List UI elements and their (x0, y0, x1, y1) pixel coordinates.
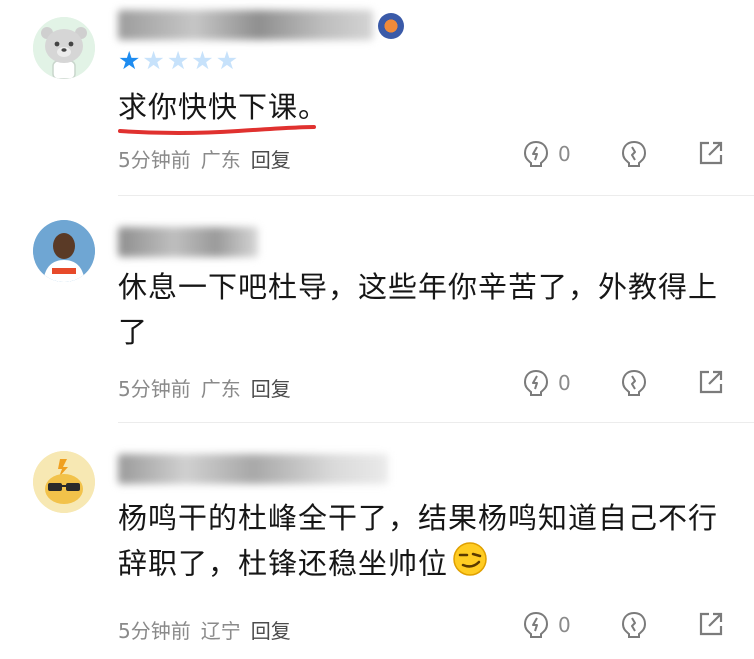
like-icon (523, 140, 549, 167)
dislike-icon (621, 140, 647, 167)
star-empty-icon: ★ (215, 46, 241, 75)
like-count: 0 (558, 613, 571, 637)
avatar[interactable] (33, 451, 95, 513)
comment-actions: 0 (0, 139, 754, 173)
username-blurred[interactable] (118, 454, 388, 484)
share-icon (699, 370, 723, 394)
comment-item: 杨鸣干的杜峰全干了，结果杨鸣知道自己不行辞职了，杜锋还稳坐帅位 5分钟前 辽宁 … (0, 424, 754, 659)
star-empty-icon: ★ (166, 46, 192, 75)
smirk-emoji-icon (452, 541, 488, 590)
share-button[interactable] (697, 139, 725, 167)
like-count: 0 (558, 371, 571, 395)
dislike-icon (621, 611, 647, 638)
comment-actions: 0 (0, 610, 754, 644)
dislike-button[interactable] (620, 610, 648, 640)
avatar[interactable] (33, 220, 95, 282)
like-button[interactable]: 0 (522, 139, 571, 169)
like-icon (523, 369, 549, 396)
avatar[interactable] (33, 17, 95, 79)
divider (118, 195, 754, 196)
comment-text: 杨鸣干的杜峰全干了，结果杨鸣知道自己不行辞职了，杜锋还稳坐帅位 (118, 496, 724, 590)
star-empty-icon: ★ (142, 46, 167, 75)
share-icon (699, 141, 723, 165)
basketball-player-avatar (33, 220, 95, 282)
comment-actions: 0 (0, 368, 754, 402)
share-button[interactable] (697, 610, 725, 638)
like-button[interactable]: 0 (522, 368, 571, 398)
dislike-button[interactable] (620, 139, 648, 169)
share-icon (699, 612, 723, 636)
comment-text-content: 杨鸣干的杜峰全干了，结果杨鸣知道自己不行辞职了，杜锋还稳坐帅位 (118, 501, 719, 581)
like-count: 0 (558, 142, 571, 166)
star-filled-icon: ★ (118, 46, 143, 75)
sunglasses-mascot-avatar (33, 451, 95, 513)
share-button[interactable] (697, 368, 725, 396)
bear-avatar-icon (33, 17, 95, 79)
dislike-button[interactable] (620, 368, 648, 398)
star-empty-icon: ★ (191, 46, 216, 75)
team-badge-icon (378, 13, 404, 39)
username-blurred[interactable] (118, 227, 258, 257)
like-button[interactable]: 0 (522, 610, 571, 640)
dislike-icon (621, 369, 647, 396)
red-underline-annotation (118, 125, 316, 135)
comment-text: 休息一下吧杜导，这些年你辛苦了，外教得上了 (118, 270, 719, 349)
comment-item: ★★★★★ 求你快快下课。 5分钟前 广东 回复 0 (0, 0, 754, 196)
like-icon (523, 611, 549, 638)
comment-item: 休息一下吧杜导，这些年你辛苦了，外教得上了 5分钟前 广东 回复 0 (0, 197, 754, 423)
username-blurred[interactable] (118, 10, 373, 40)
divider (118, 422, 754, 423)
rating-stars: ★★★★★ (118, 48, 240, 74)
